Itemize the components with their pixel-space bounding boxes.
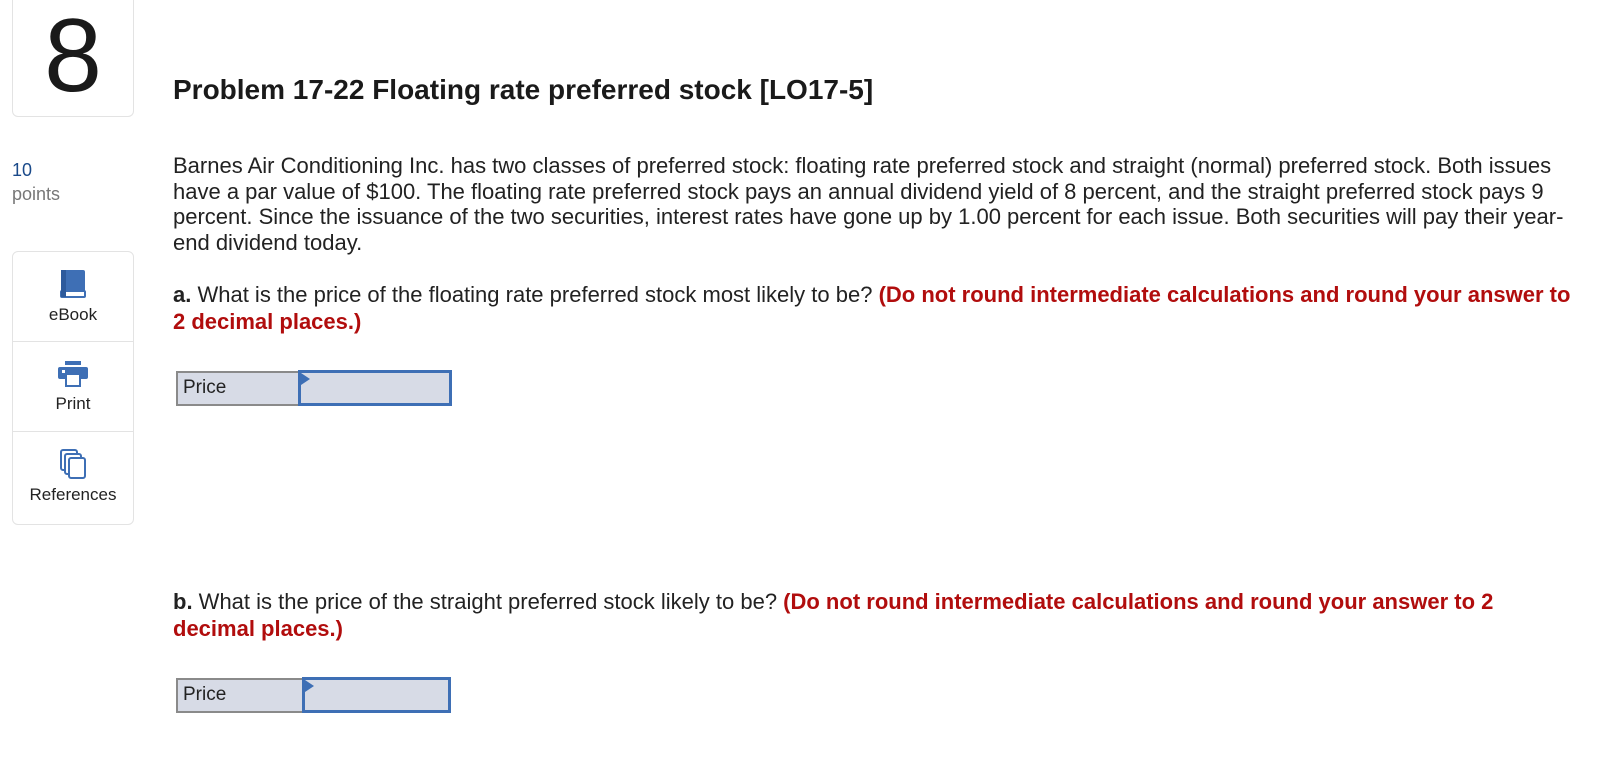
- part-a-label: a.: [173, 282, 192, 307]
- ebook-button[interactable]: eBook: [13, 252, 133, 342]
- price-label-a: Price: [176, 370, 300, 406]
- points-unit: points: [12, 184, 61, 204]
- part-b-label: b.: [173, 589, 193, 614]
- problem-title: Problem 17-22 Floating rate preferred st…: [173, 74, 874, 105]
- references-icon: [60, 449, 86, 479]
- references-label: References: [29, 485, 117, 504]
- price-cell-b: [301, 677, 451, 713]
- points-info: 10 points: [12, 158, 60, 206]
- question-number: 8: [44, 0, 102, 114]
- part-b-text: What is the price of the straight prefer…: [192, 589, 784, 614]
- book-icon: [60, 269, 86, 298]
- price-cell-a: [297, 370, 452, 406]
- print-label: Print: [55, 393, 91, 413]
- points-value: 10: [12, 160, 33, 180]
- part-a-text: What is the price of the floating rate p…: [191, 282, 879, 307]
- flag-icon: [300, 373, 310, 385]
- question-part-a: a. What is the price of the floating rat…: [173, 281, 1573, 335]
- answer-table-a: Price: [176, 370, 452, 406]
- question-number-box: 8: [12, 0, 134, 117]
- ebook-label: eBook: [48, 304, 98, 324]
- problem-statement: Barnes Air Conditioning Inc. has two cla…: [173, 153, 1564, 255]
- price-input-a[interactable]: [300, 373, 449, 403]
- question-part-b: b. What is the price of the straight pre…: [173, 588, 1573, 642]
- print-button[interactable]: Print: [13, 342, 133, 432]
- answer-table-b: Price: [176, 677, 451, 713]
- price-label-b: Price: [176, 677, 304, 713]
- tools-panel: eBook Print References: [12, 251, 134, 525]
- flag-icon: [304, 680, 314, 692]
- printer-icon: [58, 360, 88, 387]
- price-input-b[interactable]: [304, 680, 448, 710]
- references-button[interactable]: References: [13, 432, 133, 522]
